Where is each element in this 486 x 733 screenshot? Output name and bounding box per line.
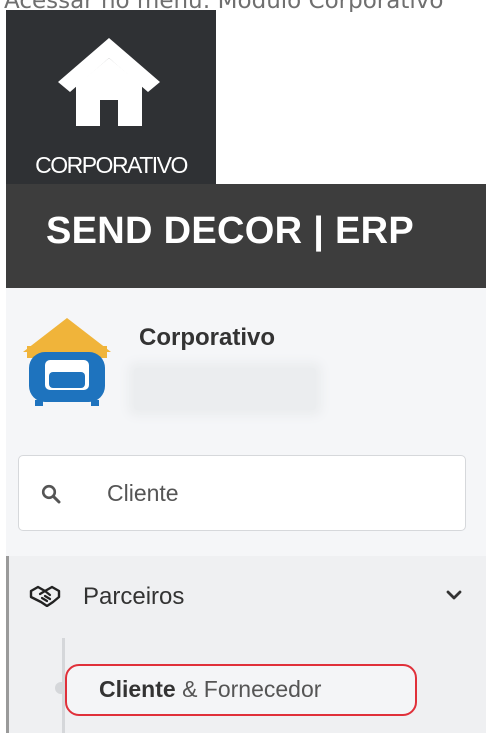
sidebar-item-cliente-fornecedor[interactable]: Cliente & Fornecedor [65, 664, 417, 716]
sidebar-item-label: Cliente & Fornecedor [99, 676, 321, 703]
module-name: Corporativo [139, 324, 276, 351]
app-header: SEND DECOR | ERP [6, 184, 486, 288]
nav-group-parceiros: Parceiros Cliente & Fornecedor [6, 556, 486, 733]
sofa-house-logo [23, 318, 111, 406]
module-tile-label: CORPORATIVO [35, 152, 188, 178]
highlighted-term: Cliente [99, 676, 176, 702]
search-input[interactable]: Cliente [18, 455, 466, 531]
app-title: SEND DECOR | ERP [46, 210, 415, 252]
search-value: Cliente [107, 480, 179, 506]
user-info-blurred [134, 368, 316, 410]
home-icon [58, 38, 160, 126]
chevron-down-icon[interactable] [446, 589, 462, 601]
sidebar-item-parceiros[interactable]: Parceiros [9, 556, 486, 638]
sidebar-item-label: Parceiros [83, 583, 185, 610]
handshake-icon [29, 585, 61, 607]
search-icon [41, 484, 61, 504]
label-rest: & Fornecedor [175, 676, 322, 702]
module-tile-corporativo[interactable]: CORPORATIVO [6, 10, 216, 185]
sidebar: Corporativo Cliente Parceiros Cliente & … [6, 288, 486, 733]
